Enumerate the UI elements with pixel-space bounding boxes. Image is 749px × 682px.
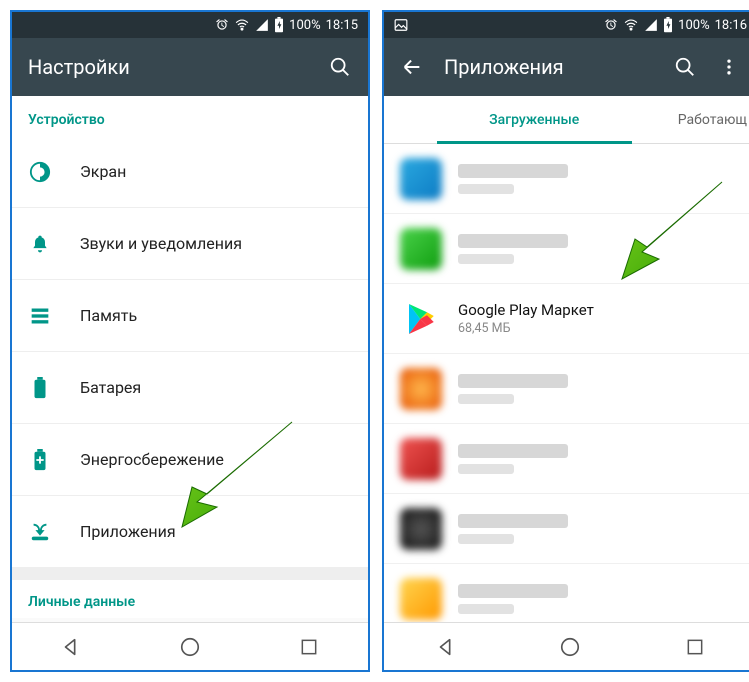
list-item[interactable] xyxy=(384,354,749,424)
apps-screen: 100% 18:16 Приложения Загруженные Раб xyxy=(382,10,749,672)
wifi-icon xyxy=(623,18,639,32)
alarm-icon xyxy=(215,18,229,32)
status-bar: 100% 18:16 xyxy=(384,12,749,38)
setting-battery[interactable]: Батарея xyxy=(12,352,368,424)
clock-time: 18:15 xyxy=(326,18,358,33)
nav-bar xyxy=(384,622,749,670)
section-personal: Личные данные xyxy=(12,568,368,618)
setting-label: Экран xyxy=(80,162,126,181)
setting-sound[interactable]: Звуки и уведомления xyxy=(12,208,368,280)
tab-downloaded[interactable]: Загруженные xyxy=(437,96,632,143)
settings-screen: 100% 18:15 Настройки Устройство Экран xyxy=(10,10,370,672)
page-title: Настройки xyxy=(28,55,130,79)
nav-bar xyxy=(12,622,368,670)
battery-icon xyxy=(28,377,52,399)
signal-icon xyxy=(255,18,269,32)
back-arrow-icon[interactable] xyxy=(400,55,424,79)
list-item[interactable] xyxy=(384,494,749,564)
bell-icon xyxy=(28,233,52,255)
list-item[interactable] xyxy=(384,144,749,214)
setting-display[interactable]: Экран xyxy=(12,136,368,208)
battery-percent: 100% xyxy=(289,18,320,33)
battery-percent: 100% xyxy=(678,18,709,33)
tabs: Загруженные Работающ xyxy=(384,96,749,144)
setting-label: Память xyxy=(80,306,137,325)
battery-icon xyxy=(274,17,284,33)
list-item-google-play[interactable]: Google Play Маркет 68,45 МБ xyxy=(384,284,749,354)
list-item[interactable] xyxy=(384,214,749,284)
nav-recent-button[interactable] xyxy=(289,631,329,663)
wifi-icon xyxy=(234,18,250,32)
setting-label: Звуки и уведомления xyxy=(80,234,242,253)
overflow-menu-icon[interactable] xyxy=(717,55,741,79)
nav-back-button[interactable] xyxy=(426,631,466,663)
setting-label: Батарея xyxy=(80,378,141,397)
signal-icon xyxy=(644,18,658,32)
section-device: Устройство xyxy=(12,96,368,136)
setting-label: Приложения xyxy=(80,522,176,541)
nav-home-button[interactable] xyxy=(170,631,210,663)
tab-running[interactable]: Работающ xyxy=(632,96,749,143)
picture-icon xyxy=(394,18,408,32)
setting-label: Энергосбережение xyxy=(80,450,224,469)
status-bar: 100% 18:15 xyxy=(12,12,368,38)
app-bar: Приложения xyxy=(384,38,749,96)
app-bar: Настройки xyxy=(12,38,368,96)
nav-back-button[interactable] xyxy=(51,631,91,663)
batterysaver-icon xyxy=(28,449,52,471)
search-icon[interactable] xyxy=(673,55,697,79)
app-size: 68,45 МБ xyxy=(458,321,594,336)
app-list: Google Play Маркет 68,45 МБ xyxy=(384,144,749,622)
setting-apps[interactable]: Приложения xyxy=(12,496,368,568)
settings-list: Устройство Экран Звуки и уведомления Пам… xyxy=(12,96,368,622)
list-item[interactable] xyxy=(384,564,749,622)
search-icon[interactable] xyxy=(328,55,352,79)
battery-icon xyxy=(663,17,673,33)
google-play-icon xyxy=(400,298,442,340)
apps-icon xyxy=(28,521,52,543)
nav-recent-button[interactable] xyxy=(675,631,715,663)
setting-batterysaver[interactable]: Энергосбережение xyxy=(12,424,368,496)
storage-icon xyxy=(28,306,52,326)
setting-storage[interactable]: Память xyxy=(12,280,368,352)
page-title: Приложения xyxy=(444,55,564,79)
nav-home-button[interactable] xyxy=(550,631,590,663)
display-icon xyxy=(28,161,52,183)
list-item[interactable] xyxy=(384,424,749,494)
alarm-icon xyxy=(604,18,618,32)
clock-time: 18:16 xyxy=(715,18,747,33)
app-name: Google Play Маркет xyxy=(458,301,594,319)
